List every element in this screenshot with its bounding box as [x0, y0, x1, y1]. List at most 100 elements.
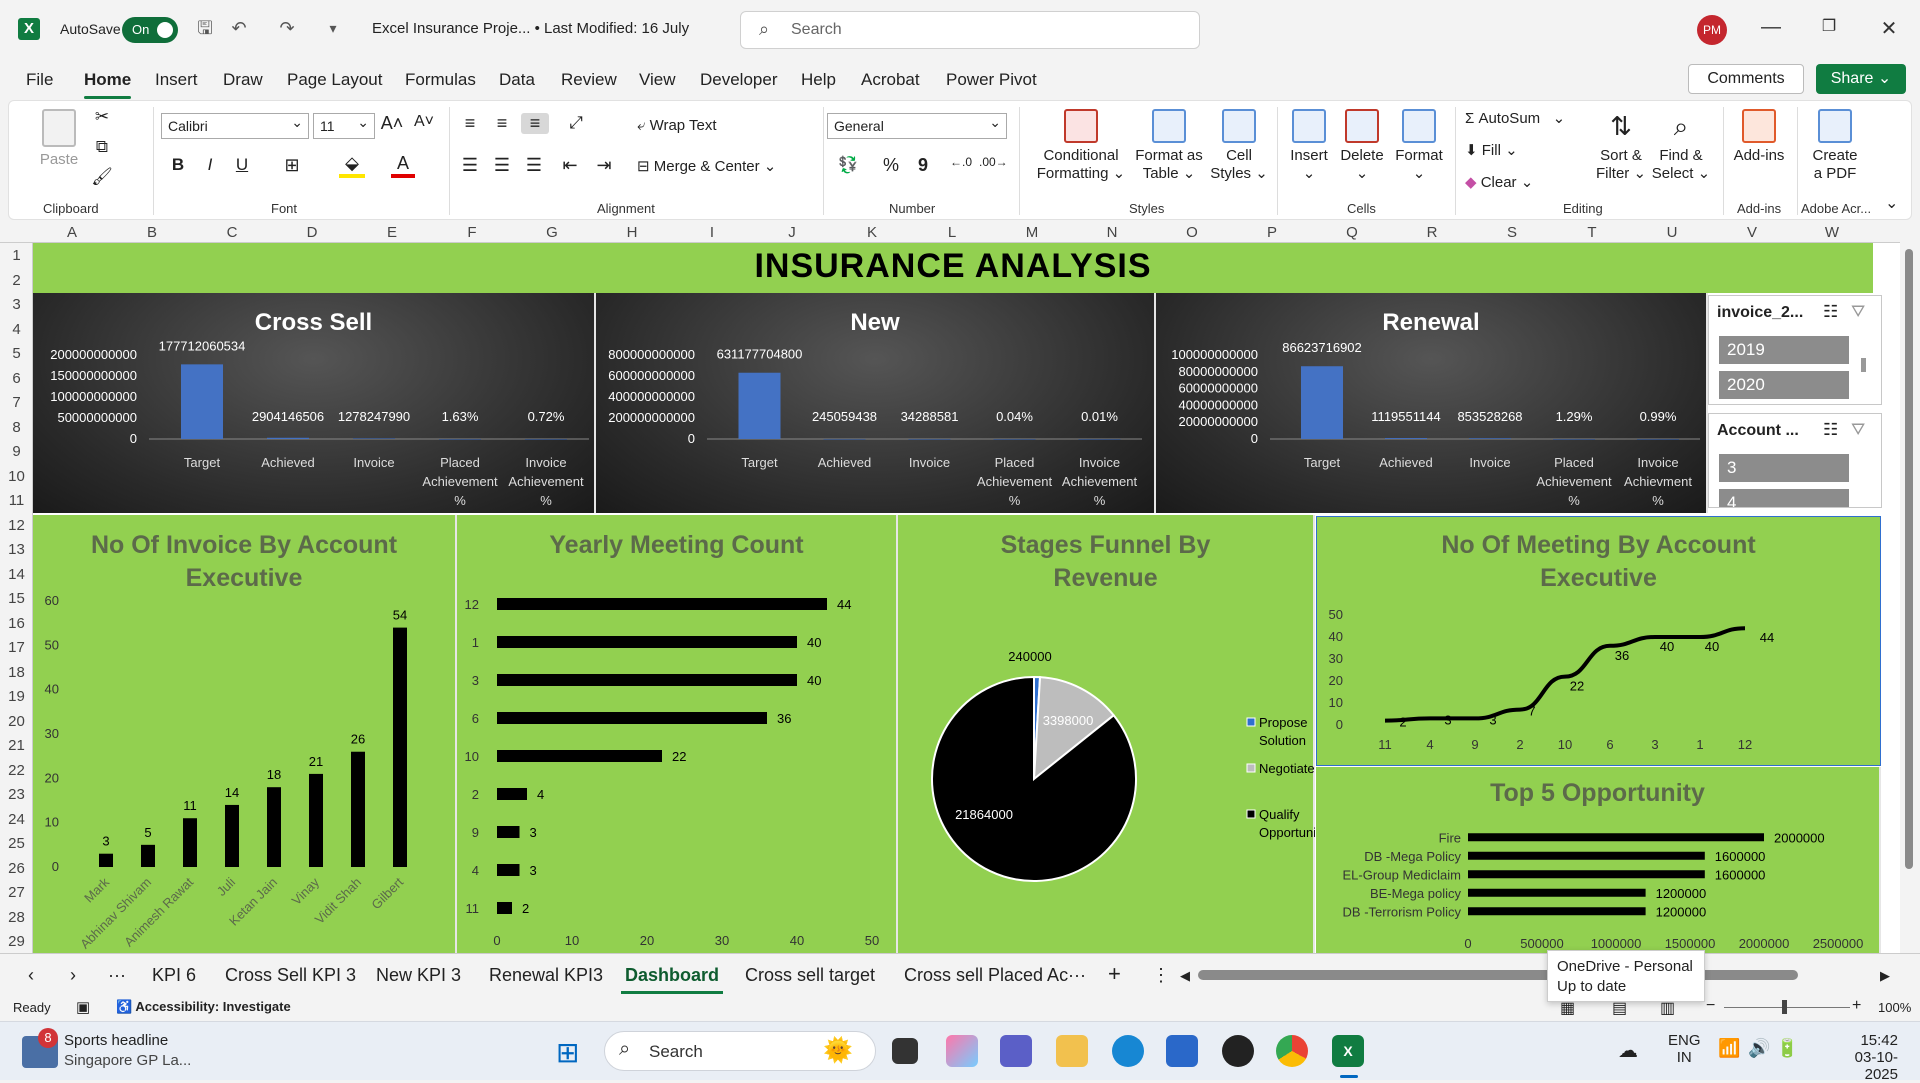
number-format-combo[interactable]: General	[827, 110, 1007, 139]
row-header[interactable]: 20	[0, 713, 33, 730]
tab-renewal-kpi3[interactable]: Renewal KPI3	[489, 965, 603, 986]
copilot-icon[interactable]	[946, 1035, 978, 1067]
increase-decimal-icon[interactable]: ←.0	[947, 155, 975, 169]
clock[interactable]: 15:42 03-10-2025	[1826, 1032, 1898, 1083]
align-center-icon[interactable]: ☰	[489, 155, 515, 176]
menu-insert[interactable]: Insert	[155, 70, 198, 90]
panel-invoice-by-exec[interactable]: No Of Invoice By Account Executive 0 10 20…	[33, 515, 457, 953]
onedrive-tray-icon[interactable]: ☁	[1618, 1038, 1638, 1063]
orientation-icon[interactable]: ⤢	[561, 113, 591, 133]
font-name-combo[interactable]: Calibri	[161, 110, 309, 139]
slicer-invoice-year[interactable]: invoice_2... ☷ ⛛ 2019 2020	[1708, 295, 1882, 405]
menu-developer[interactable]: Developer	[700, 70, 778, 90]
edge-icon[interactable]	[1112, 1035, 1144, 1067]
vertical-scrollbar[interactable]	[1902, 243, 1916, 953]
tab-more-right-icon[interactable]: ···	[1068, 965, 1086, 986]
tab-cross-sell-target[interactable]: Cross sell target	[745, 965, 875, 986]
tab-cross-sell-kpi3[interactable]: Cross Sell KPI 3	[225, 965, 356, 986]
news-title[interactable]: Sports headline	[64, 1032, 168, 1049]
menu-home[interactable]: Home	[84, 70, 132, 99]
column-header[interactable]: T	[1582, 224, 1602, 241]
volume-icon[interactable]: 🔊	[1748, 1038, 1770, 1059]
menu-review[interactable]: Review	[561, 70, 617, 90]
row-header[interactable]: 16	[0, 615, 33, 632]
tab-cross-sell-placed[interactable]: Cross sell Placed Ac	[904, 965, 1068, 986]
row-header[interactable]: 29	[0, 933, 33, 950]
slicer-item[interactable]: 4	[1719, 489, 1849, 507]
column-header[interactable]: S	[1502, 224, 1522, 241]
macro-record-icon[interactable]: ▣	[76, 998, 90, 1016]
format-painter-icon[interactable]: 🖌	[87, 167, 117, 187]
align-middle-icon[interactable]: ≡	[489, 113, 515, 134]
insert-cells-button[interactable]: Insert ⌄	[1281, 109, 1337, 183]
font-color-icon[interactable]: A	[391, 153, 415, 178]
row-header[interactable]: 2	[0, 272, 33, 289]
vertical-scroll-thumb[interactable]	[1905, 249, 1913, 869]
zoom-out-icon[interactable]: −	[1706, 997, 1715, 1015]
column-header[interactable]: U	[1662, 224, 1682, 241]
bold-icon[interactable]: B	[167, 155, 189, 175]
row-header[interactable]: 8	[0, 419, 33, 436]
row-header[interactable]: 26	[0, 860, 33, 877]
start-icon[interactable]: ⊞	[556, 1036, 579, 1069]
row-header[interactable]: 23	[0, 786, 33, 803]
increase-font-icon[interactable]: A˄	[377, 113, 407, 134]
menu-data[interactable]: Data	[499, 70, 535, 90]
excel-taskbar-icon[interactable]: X	[1332, 1035, 1364, 1067]
row-header[interactable]: 25	[0, 835, 33, 852]
customize-toolbar-icon[interactable]: ▾	[322, 17, 344, 39]
zoom-slider[interactable]	[1724, 1007, 1850, 1008]
slicer-item[interactable]: 3	[1719, 454, 1849, 482]
autosave-toggle[interactable]: On	[122, 17, 178, 43]
conditional-formatting-button[interactable]: Conditional Formatting ⌄	[1029, 109, 1133, 183]
language-indicator[interactable]: ENG IN	[1668, 1032, 1701, 1066]
column-header[interactable]: D	[302, 224, 322, 241]
cut-icon[interactable]: ✂	[87, 107, 117, 127]
cell-styles-button[interactable]: Cell Styles ⌄	[1207, 109, 1271, 183]
row-header[interactable]: 7	[0, 394, 33, 411]
comments-button[interactable]: Comments	[1688, 64, 1804, 94]
share-button[interactable]: Share ⌄	[1816, 64, 1906, 94]
column-header[interactable]: A	[62, 224, 82, 241]
column-header[interactable]: H	[622, 224, 642, 241]
comma-icon[interactable]: 9	[911, 155, 935, 176]
slicer-item[interactable]: 2020	[1719, 371, 1849, 399]
zoom-in-icon[interactable]: +	[1852, 997, 1861, 1015]
row-header[interactable]: 18	[0, 664, 33, 681]
dashboard-sheet[interactable]: INSURANCE ANALYSIS Cross Sell 2000000000…	[33, 243, 1900, 953]
wifi-icon[interactable]: 📶	[1718, 1038, 1740, 1059]
column-header[interactable]: Q	[1342, 224, 1362, 241]
percent-icon[interactable]: %	[879, 155, 903, 176]
panel-meeting-by-exec[interactable]: No Of Meeting By Account Executive 0 10 20…	[1316, 516, 1881, 766]
hscroll-right-icon[interactable]: ▶	[1880, 968, 1890, 984]
row-header[interactable]: 10	[0, 468, 33, 485]
row-header[interactable]: 22	[0, 762, 33, 779]
slicer-scrollbar[interactable]	[1861, 358, 1866, 372]
align-left-icon[interactable]: ☰	[457, 155, 483, 176]
row-header[interactable]: 15	[0, 590, 33, 607]
column-header[interactable]: O	[1182, 224, 1202, 241]
font-size-combo[interactable]: 11	[313, 110, 375, 139]
add-sheet-icon[interactable]: +	[1108, 961, 1121, 987]
row-header[interactable]: 12	[0, 517, 33, 534]
menu-file[interactable]: File	[26, 70, 53, 90]
clear-filter-icon[interactable]: ⛛	[1851, 302, 1865, 322]
save-icon[interactable]: 🖫	[194, 17, 216, 39]
tab-more-icon[interactable]: ···	[108, 965, 126, 986]
search-box[interactable]: ⌕ Search	[740, 11, 1200, 49]
minimize-icon[interactable]: —	[1756, 16, 1786, 39]
clear-button[interactable]: ◆ Clear ⌄	[1465, 173, 1533, 191]
news-subtitle[interactable]: Singapore GP La...	[64, 1052, 191, 1069]
format-cells-button[interactable]: Format ⌄	[1389, 109, 1449, 183]
row-header[interactable]: 9	[0, 443, 33, 460]
delete-cells-button[interactable]: Delete ⌄	[1333, 109, 1391, 183]
column-header[interactable]: W	[1822, 224, 1842, 241]
menu-draw[interactable]: Draw	[223, 70, 263, 90]
decrease-font-icon[interactable]: A˅	[409, 113, 439, 131]
paste-button[interactable]: Paste	[31, 109, 87, 169]
slicer-item[interactable]: 2019	[1719, 336, 1849, 364]
menu-help[interactable]: Help	[801, 70, 836, 90]
row-header[interactable]: 1	[0, 247, 33, 264]
decrease-indent-icon[interactable]: ⇤	[557, 155, 583, 176]
task-view-icon[interactable]	[892, 1038, 918, 1064]
